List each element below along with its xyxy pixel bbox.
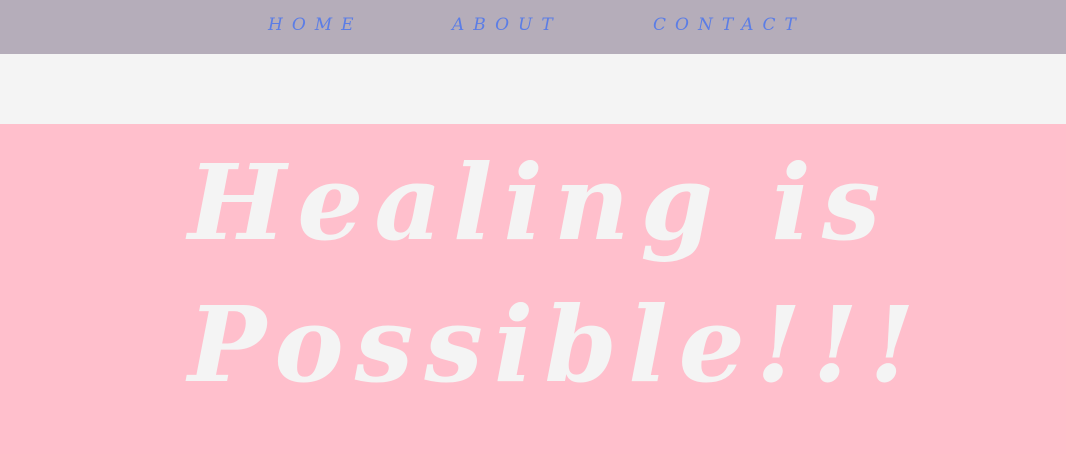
- hero-title-line-2: Possible!!!: [188, 283, 926, 406]
- nav-link-home[interactable]: HOME: [268, 14, 363, 36]
- nav-link-contact[interactable]: CONTACT: [653, 14, 805, 36]
- nav-link-about[interactable]: ABOUT: [452, 14, 562, 36]
- hero-title: Healing is Possible!!!: [188, 132, 948, 416]
- hero-title-line-1: Healing is: [188, 141, 892, 264]
- top-navigation-bar: HOME ABOUT CONTACT: [0, 0, 1066, 54]
- hero-banner: Healing is Possible!!!: [0, 124, 1066, 454]
- header-spacer: [0, 54, 1066, 124]
